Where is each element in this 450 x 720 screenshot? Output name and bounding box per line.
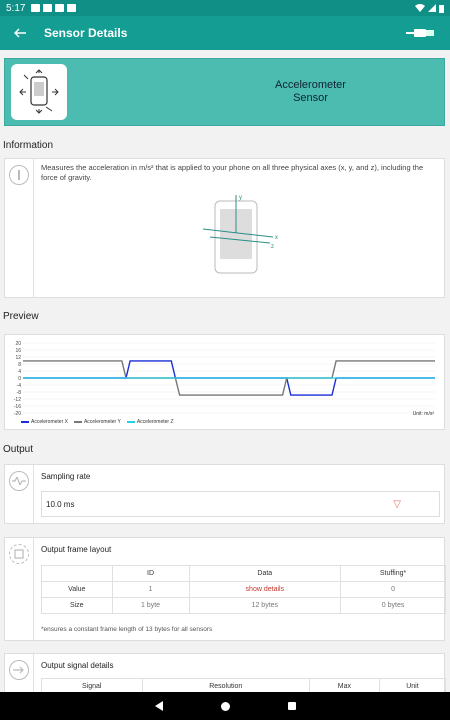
signal-details-title: Output signal details (41, 661, 114, 670)
preview-card: 20 16 12 8 4 0 -4 -8 -12 -16 -20 Unit: m/s² Accele… (4, 334, 445, 430)
y-tick-label: -8 (17, 390, 22, 396)
system-icons (415, 4, 444, 13)
y-tick-label: -4 (17, 383, 22, 389)
output-heading: Output (3, 444, 34, 455)
legend-item-x: Accelerometer X (21, 419, 68, 425)
info-content: Measures the acceleration in m/s² that i… (35, 159, 444, 297)
y-tick-label: 0 (18, 376, 21, 382)
y-tick-label: 8 (18, 362, 21, 368)
table-cell: 0 bytes (340, 597, 446, 614)
nav-home-icon[interactable] (220, 701, 230, 711)
legend-label-z: Accelerometer Z (136, 419, 174, 425)
table-row-label: Value (41, 581, 113, 598)
sensor-title: Accelerometer Sensor (177, 79, 444, 105)
back-arrow-icon (14, 28, 26, 38)
sensor-header: Accelerometer Sensor (4, 58, 445, 126)
table-header-row: ID Data Stuffing* (41, 565, 446, 582)
table-row: Value 1 show details 0 (41, 581, 446, 598)
sampling-card: Sampling rate 10.0 ms ▽ (4, 464, 445, 524)
wifi-icon (415, 4, 425, 12)
chart-unit-label: Unit: m/s² (412, 411, 434, 417)
y-tick-label: -16 (14, 404, 21, 410)
frame-layout-table: ID Data Stuffing* Value 1 show details 0… (41, 565, 446, 614)
signal-content: Output signal details Signal Resolution … (35, 654, 447, 692)
y-tick-label: 12 (15, 355, 21, 361)
usb-plug-icon[interactable] (406, 27, 436, 39)
frame-content: Output frame layout ID Data Stuffing* Va… (35, 538, 446, 640)
back-button[interactable] (0, 16, 40, 50)
information-heading: Information (3, 140, 54, 151)
signal-output-icon (9, 660, 29, 680)
signal-details-card: Output signal details Signal Resolution … (4, 653, 447, 692)
app-bar: Sensor Details (0, 16, 450, 50)
frame-layout-card: Output frame layout ID Data Stuffing* Va… (4, 537, 446, 641)
table-row-label: Size (41, 597, 113, 614)
signal-details-table: Signal Resolution Max Unit (41, 678, 447, 692)
table-header: ID (111, 565, 190, 582)
legend-item-y: Accelerometer Y (73, 419, 121, 425)
status-bar: 5:17 (0, 0, 450, 16)
status-time: 5:17 (6, 2, 26, 14)
content-scroll[interactable]: Accelerometer Sensor Information Measure… (0, 50, 450, 692)
table-cell: 1 (111, 581, 190, 598)
table-header-row: Signal Resolution Max Unit (41, 678, 447, 692)
sampling-rate-value: 10.0 ms (46, 499, 75, 509)
signal-icon (428, 4, 436, 12)
navigation-bar (0, 692, 450, 720)
information-card: Measures the acceleration in m/s² that i… (4, 158, 445, 298)
page-title: Sensor Details (44, 26, 128, 40)
table-header (41, 565, 113, 582)
sensor-title-line2: Sensor (293, 92, 328, 104)
table-cell: 1 byte (111, 597, 190, 614)
table-header: Max (308, 678, 380, 692)
y-tick-label: -20 (14, 411, 21, 417)
table-row: Size 1 byte 12 bytes 0 bytes (41, 597, 446, 614)
sensor-title-line1: Accelerometer (275, 79, 346, 91)
axis-z-label: z (271, 244, 274, 250)
nav-recents-icon[interactable] (287, 702, 296, 710)
preview-heading: Preview (3, 311, 39, 322)
info-icon (9, 165, 29, 185)
axis-y-label: y (239, 195, 242, 201)
table-header: Resolution (141, 678, 310, 692)
accelerometer-chart: 201612840-4-8-12-16-20 (14, 341, 435, 417)
table-header: Data (188, 565, 342, 582)
info-side (5, 159, 34, 297)
waveform-icon (9, 471, 29, 491)
info-description: Measures the acceleration in m/s² that i… (41, 163, 424, 182)
chart-legend: Accelerometer X Accelerometer Y Accelero… (21, 419, 174, 425)
sampling-rate-label: Sampling rate (41, 472, 91, 481)
notification-icons (31, 4, 77, 12)
sampling-side (5, 465, 34, 523)
frame-side (5, 538, 34, 640)
y-tick-label: 20 (15, 341, 21, 347)
y-tick-label: -12 (14, 397, 21, 403)
table-header: Unit (378, 678, 447, 692)
table-cell: 12 bytes (188, 597, 342, 614)
dropdown-triangle-icon: ▽ (393, 498, 401, 510)
sampling-rate-select[interactable]: 10.0 ms ▽ (41, 491, 440, 517)
accelerometer-icon (11, 64, 67, 120)
nav-back-icon[interactable] (154, 701, 163, 711)
axis-x-label: x (275, 235, 278, 241)
battery-icon (439, 4, 444, 13)
table-cell: 0 (340, 581, 446, 598)
frame-layout-icon (9, 544, 29, 564)
signal-side (5, 654, 34, 692)
legend-label-y: Accelerometer Y (83, 419, 121, 425)
frame-layout-note: *ensures a constant frame length of 13 b… (41, 626, 213, 633)
y-tick-label: 4 (18, 369, 21, 375)
legend-label-x: Accelerometer X (31, 419, 68, 425)
sampling-content: Sampling rate 10.0 ms ▽ (35, 465, 444, 523)
table-header: Signal (41, 678, 143, 692)
phone-axes-figure: y x z (202, 195, 278, 274)
legend-item-z: Accelerometer Z (126, 419, 174, 425)
y-tick-label: 16 (15, 348, 21, 354)
frame-layout-title: Output frame layout (41, 545, 112, 554)
show-details-link[interactable]: show details (188, 581, 342, 598)
table-header: Stuffing* (340, 565, 446, 582)
